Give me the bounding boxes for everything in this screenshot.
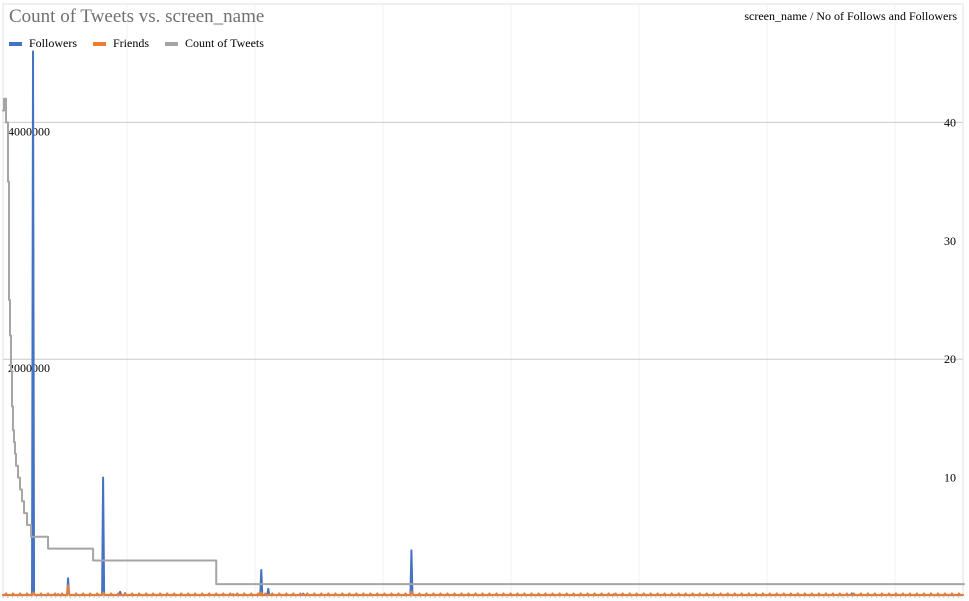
plot-area: 2000000 4000000 10 20 30 40 <box>2 3 966 598</box>
plot-frame <box>2 3 964 597</box>
left-tick-label-4000000: 4000000 <box>8 124 50 138</box>
right-tick-label-30: 30 <box>944 234 956 248</box>
right-tick-label-20: 20 <box>944 352 956 366</box>
chart-subtitle: screen_name / No of Follows and Follower… <box>744 9 957 23</box>
legend: Followers Friends Count of Tweets <box>9 36 280 51</box>
series-line-followers <box>2 50 964 597</box>
legend-item-friends: Friends <box>93 36 149 51</box>
right-tick-label-40: 40 <box>944 115 956 129</box>
legend-item-followers: Followers <box>9 36 77 51</box>
chart: 2000000 4000000 10 20 30 40 Count of Tweets v… <box>0 0 969 601</box>
legend-label-followers: Followers <box>29 36 77 50</box>
chart-title: Count of Tweets vs. screen_name <box>9 6 265 27</box>
legend-label-count-of-tweets: Count of Tweets <box>185 36 264 50</box>
legend-label-friends: Friends <box>113 36 149 50</box>
series-line-friends <box>2 584 964 596</box>
legend-swatch-friends <box>93 41 106 46</box>
legend-swatch-count-of-tweets <box>165 41 178 46</box>
series-line-count-of-tweets <box>2 97 966 586</box>
right-tick-label-10: 10 <box>944 471 956 485</box>
legend-item-count-of-tweets: Count of Tweets <box>165 36 264 51</box>
legend-swatch-followers <box>9 41 22 46</box>
left-tick-label-2000000: 2000000 <box>8 361 50 375</box>
